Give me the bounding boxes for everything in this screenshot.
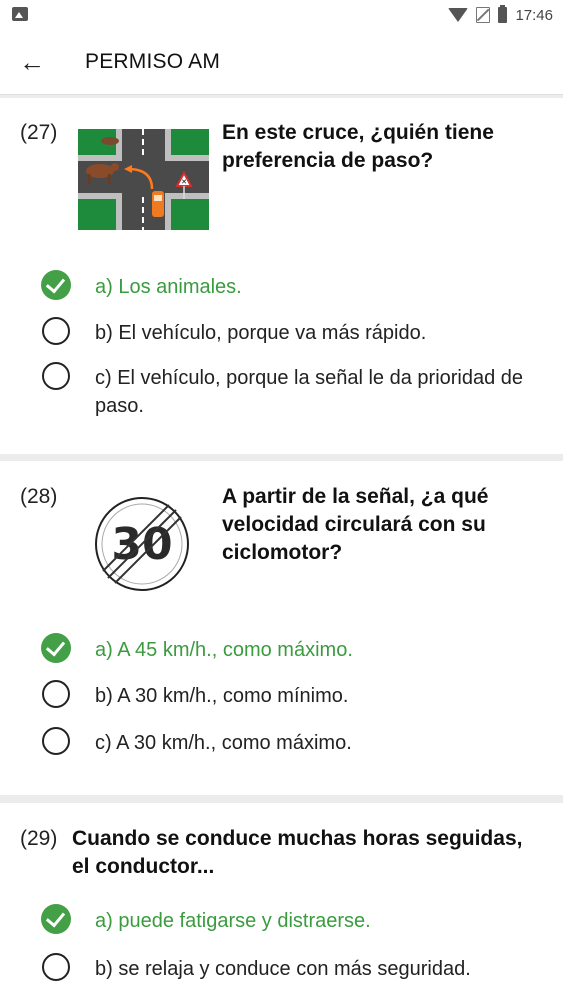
question-number: (28) [20, 485, 58, 508]
status-time: 17:46 [515, 6, 553, 24]
question-card-28: (28) 30 A partir de la señal, ¿a qué vel… [0, 461, 563, 795]
back-arrow-icon[interactable]: ← [18, 48, 46, 76]
answer-option[interactable]: c) A 30 km/h., como máximo. [41, 727, 541, 757]
answer-option[interactable]: a) Los animales. [41, 270, 541, 301]
answer-text: a) puede fatigarse y distraerse. [95, 910, 371, 932]
status-icons: 17:46 [448, 5, 553, 25]
check-circle-icon [41, 904, 71, 934]
answer-option[interactable]: c) El vehículo, porque la señal le da pr… [41, 362, 541, 420]
answer-text: c) A 30 km/h., como máximo. [95, 732, 352, 754]
answer-option[interactable]: b) se relaja y conduce con más seguridad… [41, 953, 541, 983]
radio-circle-icon [42, 362, 70, 390]
end-of-speed-limit-sign: 30 [95, 497, 189, 591]
radio-circle-icon [42, 727, 70, 755]
question-text: Cuando se conduce muchas horas seguidas,… [72, 827, 523, 878]
wifi-icon [448, 8, 469, 22]
question-text: En este cruce, ¿quién tiene preferencia … [222, 121, 494, 172]
answer-option[interactable]: a) A 45 km/h., como máximo. [41, 633, 541, 664]
app-toolbar: ← PERMISO AM [0, 30, 563, 95]
question-card-27: (27) ✕ En este cruce, ¿quién tiene prefe… [0, 98, 563, 454]
radio-circle-icon [42, 953, 70, 981]
answer-text: b) se relaja y conduce con más seguridad… [95, 958, 471, 980]
battery-icon [498, 5, 508, 23]
page-title: PERMISO AM [85, 50, 221, 73]
image-notification-icon [12, 7, 28, 21]
crossroad-image: ✕ [78, 129, 209, 230]
answer-text: b) El vehículo, porque va más rápido. [95, 322, 427, 344]
question-number: (29) [20, 827, 58, 850]
radio-circle-icon [42, 317, 70, 345]
check-circle-icon [41, 633, 71, 663]
radio-circle-icon [42, 680, 70, 708]
answer-text: c) El vehículo, porque la señal le da pr… [95, 367, 524, 417]
question-text: A partir de la señal, ¿a qué velocidad c… [222, 485, 489, 564]
no-sim-icon [476, 7, 491, 23]
question-number: (27) [20, 121, 58, 144]
check-circle-icon [41, 270, 71, 300]
question-card-29: (29) Cuando se conduce muchas horas segu… [0, 803, 563, 1000]
answer-option[interactable]: b) El vehículo, porque va más rápido. [41, 317, 541, 347]
answer-option[interactable]: b) A 30 km/h., como mínimo. [41, 680, 541, 710]
svg-text:✕: ✕ [181, 178, 187, 186]
answer-option[interactable]: a) puede fatigarse y distraerse. [41, 904, 541, 935]
status-bar: 17:46 [0, 0, 563, 30]
answer-text: b) A 30 km/h., como mínimo. [95, 685, 349, 707]
answer-text: a) Los animales. [95, 276, 242, 298]
answer-text: a) A 45 km/h., como máximo. [95, 639, 353, 661]
